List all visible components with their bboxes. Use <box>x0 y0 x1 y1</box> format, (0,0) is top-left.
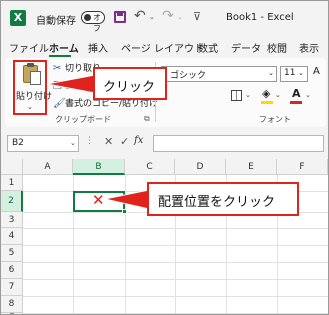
callout-text: 配置位置をクリック <box>158 195 276 210</box>
cell-arrow <box>104 189 150 210</box>
cell-click-callout: 配置位置をクリック <box>147 182 299 216</box>
annotation-arrows <box>46 74 150 210</box>
paste-click-callout: クリック <box>93 67 167 100</box>
excel-window: X 自動保存 オフ ↶ ⌄ ↷ ⌄ ⊽ Book1 - Excel ファイル ホ… <box>0 0 329 315</box>
callout-text: クリック <box>103 80 156 95</box>
paste-arrow <box>46 74 96 94</box>
